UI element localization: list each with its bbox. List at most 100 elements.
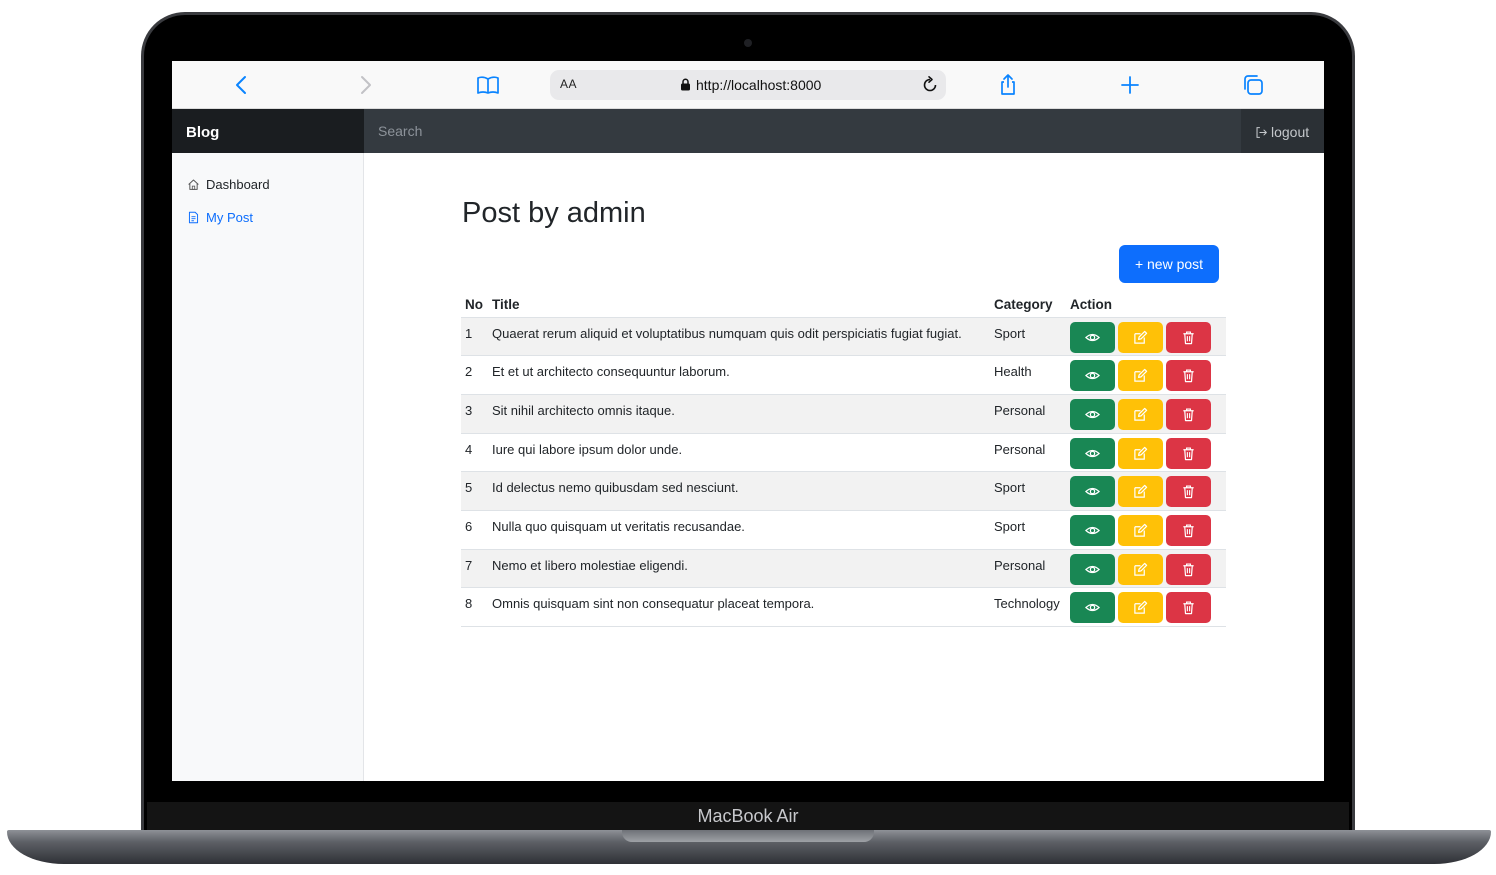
view-button[interactable] [1070, 398, 1115, 430]
eye-icon [1085, 449, 1100, 464]
delete-button[interactable] [1166, 321, 1211, 353]
header-title: Title [488, 293, 990, 318]
delete-button[interactable] [1166, 514, 1211, 546]
sidebar-item-label: Dashboard [206, 177, 270, 192]
table-row: 6 Nulla quo quisquam ut veritatis recusan… [461, 510, 1226, 550]
row-no: 3 [461, 394, 488, 434]
edit-button[interactable] [1118, 476, 1163, 508]
trash-icon [1181, 524, 1196, 541]
row-no: 5 [461, 471, 488, 511]
eye-icon [1085, 565, 1100, 580]
page-title: Post by admin [462, 197, 646, 229]
row-category: Personal [990, 394, 1066, 434]
row-title: Omnis quisquam sint non consequatur plac… [488, 587, 990, 627]
header-category: Category [990, 293, 1066, 318]
address-bar[interactable]: AA http://localhost:8000 [550, 70, 946, 100]
eye-icon [1085, 410, 1100, 425]
top-navbar: Blog logout [172, 109, 1324, 153]
pencil-square-icon [1133, 601, 1148, 618]
trash-icon [1181, 447, 1196, 464]
view-button[interactable] [1070, 360, 1115, 392]
url-display: http://localhost:8000 [680, 77, 821, 95]
view-button[interactable] [1070, 553, 1115, 585]
edit-button[interactable] [1118, 514, 1163, 546]
row-actions [1066, 433, 1226, 473]
sidebar-item-dashboard[interactable]: Dashboard [187, 177, 270, 192]
table-row: 7 Nemo et libero molestiae eligendi. Perso… [461, 549, 1226, 589]
screen: AA http://localhost:8000 Blog logout Das… [172, 61, 1324, 781]
camera-dot [744, 39, 752, 47]
edit-button[interactable] [1118, 592, 1163, 624]
chevron-right-icon[interactable] [353, 73, 377, 97]
row-category: Health [990, 355, 1066, 395]
edit-button[interactable] [1118, 321, 1163, 353]
browser-toolbar: AA http://localhost:8000 [172, 61, 1324, 109]
new-post-button[interactable]: + new post [1119, 245, 1219, 283]
row-no: 1 [461, 317, 488, 357]
brand-link[interactable]: Blog [172, 109, 364, 153]
book-icon[interactable] [476, 73, 500, 97]
row-category: Personal [990, 549, 1066, 589]
view-button[interactable] [1070, 476, 1115, 508]
pencil-square-icon [1133, 523, 1148, 541]
trash-icon [1181, 563, 1196, 580]
edit-button[interactable] [1118, 360, 1163, 392]
sidebar-item-my-post[interactable]: My Post [187, 210, 253, 225]
row-no: 7 [461, 549, 488, 589]
trash-icon [1181, 601, 1196, 618]
row-category: Sport [990, 471, 1066, 511]
pencil-square-icon [1133, 330, 1148, 348]
tabs-icon[interactable] [1241, 73, 1265, 97]
table-row: 8 Omnis quisquam sint non consequatur pla… [461, 587, 1226, 627]
row-title: Id delectus nemo quibusdam sed nesciunt. [488, 471, 990, 511]
search-input[interactable] [364, 109, 1241, 153]
row-category: Personal [990, 433, 1066, 473]
delete-button[interactable] [1166, 437, 1211, 469]
row-title: Quaerat rerum aliquid et voluptatibus nu… [488, 317, 990, 357]
sidebar: Dashboard My Post [172, 153, 364, 781]
view-button[interactable] [1070, 437, 1115, 469]
logout-button[interactable]: logout [1241, 109, 1324, 153]
sidebar-item-label: My Post [206, 210, 253, 225]
row-actions [1066, 317, 1226, 357]
view-button[interactable] [1070, 592, 1115, 624]
view-button[interactable] [1070, 321, 1115, 353]
table-row: 3 Sit nihil architecto omnis itaque. Perso… [461, 394, 1226, 434]
share-icon[interactable] [996, 73, 1020, 97]
row-title: Iure qui labore ipsum dolor unde. [488, 433, 990, 473]
reader-aa-button[interactable]: AA [560, 77, 577, 91]
chevron-left-icon[interactable] [230, 73, 254, 97]
delete-button[interactable] [1166, 553, 1211, 585]
reload-icon[interactable] [920, 75, 940, 95]
table-row: 4 Iure qui labore ipsum dolor unde. Person… [461, 433, 1226, 473]
row-title: Et et ut architecto consequuntur laborum… [488, 355, 990, 395]
edit-button[interactable] [1118, 553, 1163, 585]
pencil-square-icon [1133, 485, 1148, 502]
row-actions [1066, 587, 1226, 627]
eye-icon [1085, 333, 1100, 348]
trash-icon [1181, 369, 1196, 386]
view-button[interactable] [1070, 514, 1115, 546]
file-text-icon [188, 211, 199, 224]
row-title: Nemo et libero molestiae eligendi. [488, 549, 990, 589]
row-category: Technology [990, 587, 1066, 627]
row-no: 4 [461, 433, 488, 473]
delete-button[interactable] [1166, 476, 1211, 508]
row-actions [1066, 510, 1226, 550]
eye-icon [1085, 603, 1100, 618]
row-actions [1066, 355, 1226, 395]
header-no: No [461, 293, 488, 318]
trash-icon [1181, 485, 1196, 502]
delete-button[interactable] [1166, 592, 1211, 624]
pencil-square-icon [1133, 407, 1148, 425]
row-actions [1066, 471, 1226, 511]
edit-button[interactable] [1118, 437, 1163, 469]
eye-icon [1085, 371, 1100, 386]
delete-button[interactable] [1166, 360, 1211, 392]
edit-button[interactable] [1118, 398, 1163, 430]
delete-button[interactable] [1166, 398, 1211, 430]
table-row: 2 Et et ut architecto consequuntur laboru… [461, 355, 1226, 395]
row-category: Sport [990, 317, 1066, 357]
row-title: Nulla quo quisquam ut veritatis recusand… [488, 510, 990, 550]
plus-icon[interactable] [1118, 73, 1142, 97]
